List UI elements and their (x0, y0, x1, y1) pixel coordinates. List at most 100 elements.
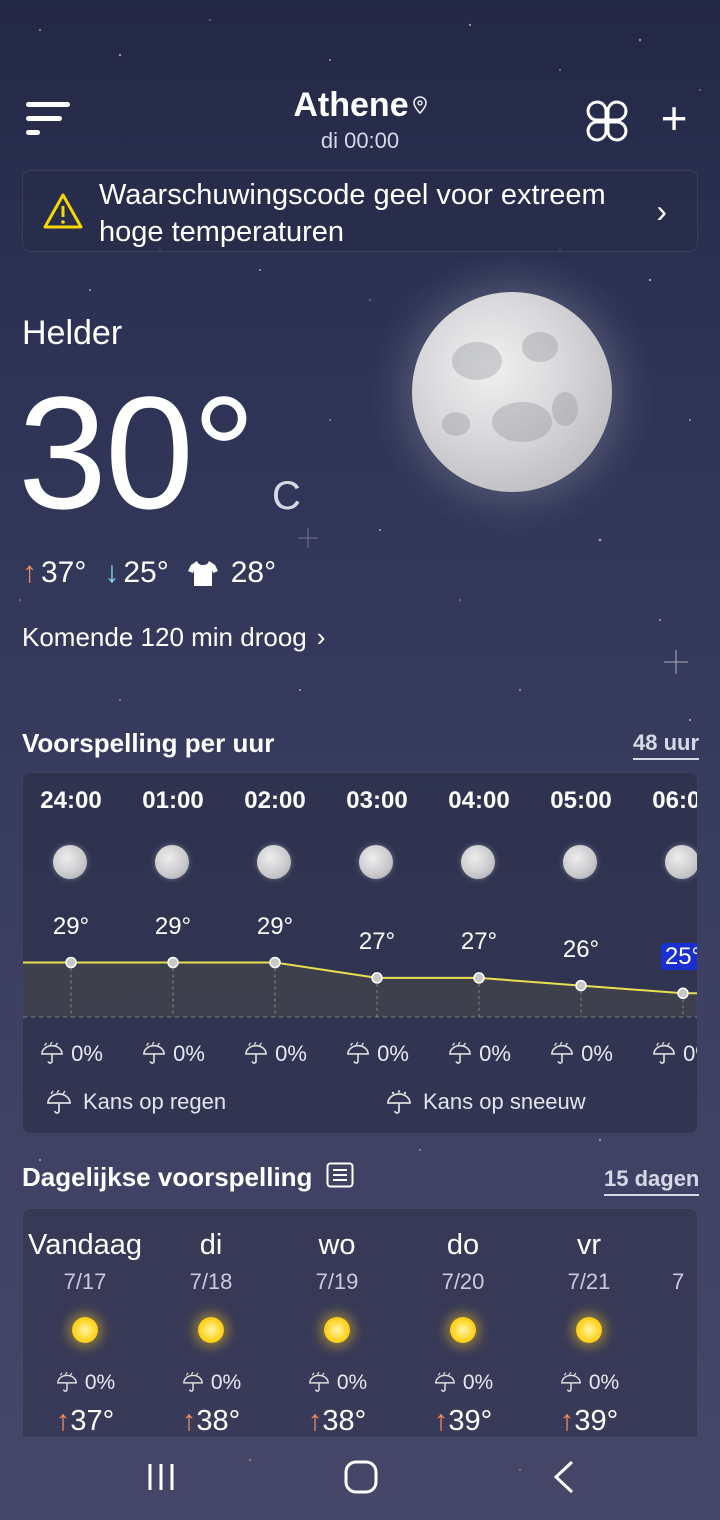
umbrella-rain-icon (143, 1041, 166, 1064)
hour-point (167, 956, 179, 969)
umbrella-rain-icon (551, 1041, 574, 1064)
moon-icon (665, 845, 697, 879)
hour-point (473, 972, 485, 984)
hour-rain: 0% (23, 1041, 122, 1067)
city-name: Athene (293, 86, 409, 124)
hourly-forecast-card[interactable]: 24:00 29° 0% 01:00 29° 0% 02:00 29° 0% 03:00 27° 0%… (22, 772, 698, 1134)
arrow-up-icon: ↑ (181, 1405, 197, 1437)
hour-time: 01:00 (142, 787, 204, 814)
day-high: ↑37° (23, 1405, 148, 1437)
hour-rain: 0% (530, 1041, 632, 1067)
legend-rain-label: Kans op regen (83, 1089, 227, 1114)
day-rain-value: 0% (84, 1371, 116, 1394)
weather-warning-banner[interactable]: Waarschuwingscode geel voor extreem hoge… (22, 170, 698, 252)
day-date: 7/19 (315, 1269, 359, 1294)
home-button[interactable] (344, 1456, 378, 1500)
arrow-up-icon: ↑ (22, 556, 37, 589)
hour-temp: 26° (530, 936, 632, 964)
arrow-up-icon: ↑ (433, 1405, 449, 1437)
feels-like-temp: 28° (230, 556, 277, 589)
moon-icon (563, 845, 597, 879)
day-date: 7/18 (189, 1269, 233, 1294)
day-rain: 0% (274, 1371, 400, 1395)
hour-rain-value: 0% (173, 1041, 205, 1066)
daily-15d-link[interactable]: 15 dagen (604, 1166, 700, 1196)
umbrella-rain-icon (347, 1041, 370, 1064)
sun-icon (324, 1317, 350, 1343)
hour-temp-value: 29° (52, 912, 90, 940)
hour-temp: 29° (23, 912, 122, 941)
day-high-value: 37° (70, 1405, 115, 1437)
hour-temp-value: 29° (256, 912, 294, 940)
day-name: wo (318, 1229, 356, 1261)
hourly-title: Voorspelling per uur (22, 728, 275, 758)
moon-icon (53, 845, 87, 879)
hour-rain-value: 0% (683, 1041, 697, 1066)
system-navigation-bar (0, 1436, 720, 1520)
hour-time: 04:00 (448, 787, 510, 814)
sun-icon (576, 1317, 602, 1343)
warning-triangle-icon (43, 193, 83, 229)
chevron-right-icon: › (316, 622, 326, 652)
hour-point (269, 956, 281, 969)
temperature-unit: C (272, 474, 301, 518)
arrow-up-icon: ↑ (55, 1405, 71, 1437)
day-name: di (199, 1229, 223, 1261)
umbrella-rain-icon (182, 1371, 203, 1392)
sun-icon (72, 1317, 98, 1343)
daily-title: Dagelijkse voorspelling (22, 1162, 313, 1192)
list-view-icon[interactable] (326, 1162, 354, 1193)
arrow-up-icon: ↑ (307, 1405, 323, 1437)
hour-temp: 27° (326, 928, 428, 956)
hour-temp: 25° (632, 943, 697, 971)
day-high-value: 38° (322, 1405, 367, 1437)
sun-icon (450, 1317, 476, 1343)
hour-rain-value: 0% (479, 1041, 511, 1066)
hour-rain-value: 0% (377, 1041, 409, 1066)
back-button[interactable] (552, 1456, 576, 1500)
sun-icon (198, 1317, 224, 1343)
day-high: ↑39° (400, 1405, 526, 1437)
umbrella-rain-icon (434, 1371, 455, 1392)
day-high-value: 39° (448, 1405, 493, 1437)
chevron-right-icon: › (656, 193, 667, 229)
hour-rain: 0% (122, 1041, 224, 1067)
current-temperature: 30° (18, 363, 256, 542)
hour-rain-value: 0% (275, 1041, 307, 1066)
umbrella-rain-icon (308, 1371, 329, 1392)
day-rain: 0% (23, 1371, 148, 1395)
moon-icon (412, 292, 612, 492)
umbrella-snow-icon (387, 1090, 411, 1114)
moon-icon (359, 845, 393, 879)
day-high-value: 39° (574, 1405, 619, 1437)
day-high: ↑38° (274, 1405, 400, 1437)
hour-time: 05:00 (550, 787, 612, 814)
recent-apps-button[interactable] (146, 1456, 176, 1500)
umbrella-rain-icon (560, 1371, 581, 1392)
day-name: do (446, 1229, 480, 1261)
day-rain-value: 0% (462, 1371, 494, 1394)
day-rain: 0% (526, 1371, 652, 1395)
add-location-button[interactable]: + (654, 95, 694, 142)
widgets-icon[interactable] (586, 100, 628, 142)
day-date: 7 (672, 1269, 685, 1294)
daily-forecast-card[interactable]: Vandaag 7/17 0% ↑37° di 7/18 0% ↑38° wo 7/19 0% ↑38… (22, 1208, 698, 1438)
hour-temp: 29° (122, 913, 224, 941)
umbrella-rain-icon (47, 1090, 71, 1114)
umbrella-rain-icon (653, 1041, 676, 1064)
arrow-down-icon: ↓ (104, 556, 120, 589)
hour-temp: 29° (224, 913, 326, 941)
day-date: 7/21 (567, 1269, 611, 1294)
day-high: ↑38° (148, 1405, 274, 1437)
hourly-48h-link[interactable]: 48 uur (633, 730, 700, 760)
current-condition: Helder (22, 314, 123, 352)
hour-point (575, 979, 587, 992)
day-high: ↑39° (526, 1405, 652, 1437)
location-pin-icon (412, 95, 427, 119)
hour-temp-value: 27° (358, 927, 396, 955)
hour-temp-value: 27° (460, 927, 498, 955)
hour-rain: 0% (224, 1041, 326, 1067)
day-rain: 0% (400, 1371, 526, 1395)
precip-nowcast-link[interactable]: Komende 120 min droog › (22, 622, 325, 653)
hour-time: 03:00 (346, 787, 408, 814)
